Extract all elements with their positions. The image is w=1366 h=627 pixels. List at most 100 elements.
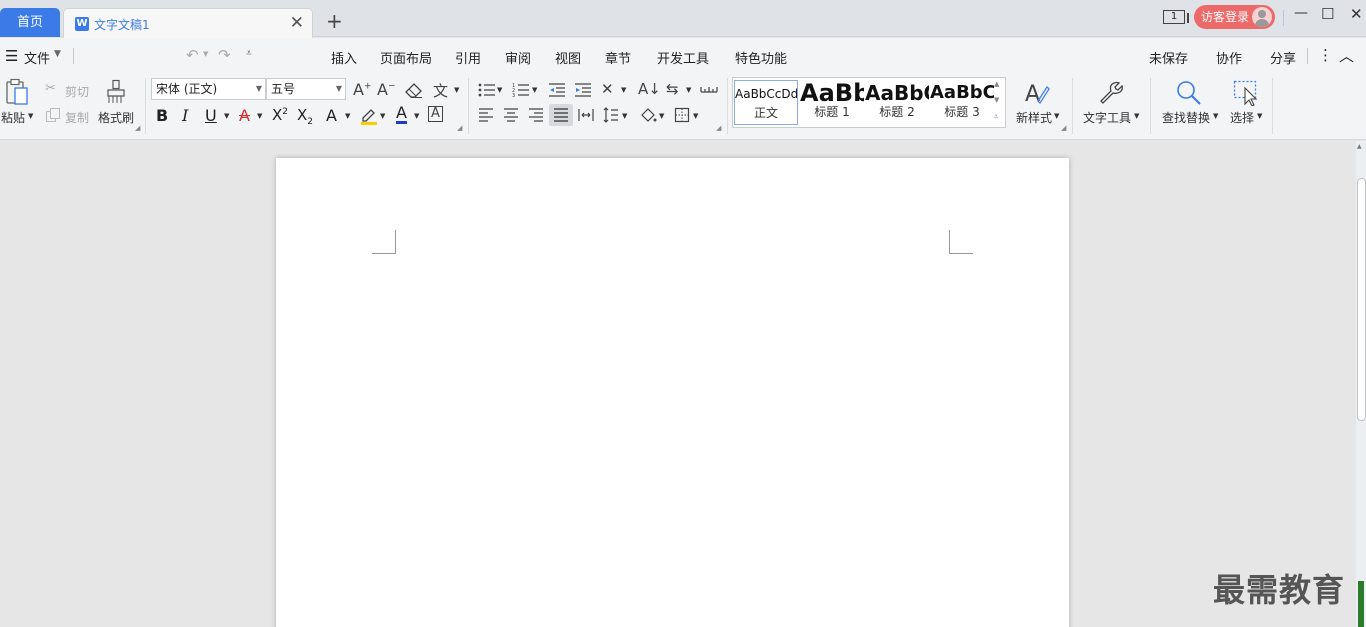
home-tab[interactable]: 首页 bbox=[0, 8, 60, 37]
superscript-icon[interactable]: X2 bbox=[272, 106, 288, 124]
more-options-icon[interactable]: ⋮ bbox=[1318, 46, 1333, 64]
tab-references[interactable]: 引用 bbox=[455, 48, 481, 67]
text-tools-button[interactable]: 文字工具 bbox=[1083, 109, 1131, 126]
chevron-down-icon[interactable]: ▼ bbox=[28, 112, 33, 120]
chevron-down-icon[interactable]: ▼ bbox=[1213, 112, 1218, 120]
file-menu[interactable]: 文件 bbox=[24, 48, 50, 67]
text-direction-icon[interactable]: ⇆ bbox=[666, 80, 679, 98]
document-page[interactable] bbox=[276, 158, 1069, 627]
increase-indent-icon[interactable] bbox=[574, 82, 592, 98]
maximize-button[interactable]: ☐ bbox=[1321, 5, 1334, 23]
chevron-down-icon[interactable]: ▼ bbox=[257, 112, 262, 120]
font-expand-icon[interactable]: ◢ bbox=[457, 124, 462, 132]
document-tab[interactable]: W 文字文稿1 ✕ bbox=[63, 8, 313, 38]
chevron-down-icon[interactable]: ▼ bbox=[380, 112, 385, 120]
guest-login-button[interactable]: 访客登录 bbox=[1194, 5, 1275, 29]
clipboard-expand-icon[interactable]: ◢ bbox=[135, 124, 140, 132]
tab-page-layout[interactable]: 页面布局 bbox=[380, 48, 432, 67]
find-replace-button[interactable]: 查找替换 bbox=[1162, 109, 1210, 126]
redo-icon[interactable]: ↷ bbox=[218, 46, 231, 64]
chevron-down-icon[interactable]: ▼ bbox=[454, 86, 459, 94]
tab-special-features[interactable]: 特色功能 bbox=[735, 48, 787, 67]
chevron-down-icon[interactable]: ▼ bbox=[1257, 112, 1262, 120]
align-left-icon[interactable] bbox=[478, 108, 494, 122]
paste-icon[interactable] bbox=[5, 78, 29, 106]
tab-view[interactable]: 视图 bbox=[555, 48, 581, 67]
undo-icon[interactable]: ↶ bbox=[186, 46, 199, 64]
new-style-button[interactable]: 新样式 bbox=[1016, 109, 1052, 126]
hamburger-icon[interactable]: ☰ bbox=[5, 47, 18, 65]
scroll-up-icon[interactable]: ▲ bbox=[1357, 143, 1362, 150]
close-tab-icon[interactable]: ✕ bbox=[290, 13, 304, 33]
unsaved-status[interactable]: 未保存 bbox=[1149, 48, 1188, 67]
format-painter-icon[interactable] bbox=[105, 79, 127, 105]
font-size-combo[interactable]: 五号 ▼ bbox=[266, 78, 346, 100]
customize-toolbar-icon[interactable]: ⩡ bbox=[246, 48, 252, 59]
shading-icon[interactable] bbox=[639, 107, 657, 123]
chinese-layout-icon[interactable]: ✕ bbox=[601, 80, 614, 98]
chevron-down-icon[interactable]: ▼ bbox=[414, 112, 419, 120]
font-color-icon[interactable]: A bbox=[396, 104, 407, 124]
select-icon[interactable] bbox=[1233, 80, 1259, 106]
bullet-list-icon[interactable] bbox=[478, 82, 496, 98]
styles-expand-icon[interactable]: ◢ bbox=[1061, 124, 1066, 132]
chevron-down-icon[interactable]: ▼ bbox=[532, 86, 537, 94]
decrease-indent-icon[interactable] bbox=[548, 82, 566, 98]
chevron-down-icon[interactable]: ▼ bbox=[621, 86, 626, 94]
chevron-down-icon[interactable]: ▼ bbox=[693, 112, 698, 120]
subscript-icon[interactable]: X2 bbox=[297, 106, 313, 127]
bold-icon[interactable]: B bbox=[156, 106, 168, 125]
italic-icon[interactable]: I bbox=[182, 106, 188, 125]
chevron-down-icon[interactable]: ▼ bbox=[686, 86, 691, 94]
sort-icon[interactable]: A↓ bbox=[638, 80, 661, 98]
window-count-icon[interactable]: 1 bbox=[1163, 10, 1189, 24]
find-replace-icon[interactable] bbox=[1176, 80, 1202, 106]
chevron-down-icon[interactable]: ▼ bbox=[497, 86, 502, 94]
new-style-icon[interactable]: A bbox=[1024, 79, 1050, 105]
gallery-more-icon[interactable]: ⩡ bbox=[994, 112, 999, 122]
borders-icon[interactable] bbox=[674, 107, 690, 123]
scrollbar-thumb[interactable] bbox=[1357, 178, 1366, 421]
paragraph-expand-icon[interactable]: ◢ bbox=[716, 124, 721, 132]
font-name-combo[interactable]: 宋体 (正文) ▼ bbox=[151, 78, 266, 100]
vertical-scrollbar[interactable]: ▲ bbox=[1356, 141, 1366, 627]
tab-insert[interactable]: 插入 bbox=[331, 48, 357, 67]
character-border-icon[interactable]: A bbox=[428, 106, 443, 122]
chevron-down-icon[interactable]: ▼ bbox=[1134, 112, 1139, 120]
collaborate-button[interactable]: 协作 bbox=[1216, 48, 1242, 67]
underline-icon[interactable]: U bbox=[205, 106, 217, 125]
wrench-icon[interactable] bbox=[1097, 80, 1123, 104]
tab-review[interactable]: 审阅 bbox=[505, 48, 531, 67]
style-heading-1[interactable]: AaBb 标题 1 bbox=[800, 80, 864, 125]
show-marks-icon[interactable] bbox=[700, 83, 718, 95]
line-spacing-icon[interactable] bbox=[603, 107, 619, 123]
minimize-button[interactable]: — bbox=[1294, 5, 1308, 21]
chevron-down-icon[interactable]: ▼ bbox=[659, 112, 664, 120]
chevron-down-icon[interactable]: ▼ bbox=[1054, 112, 1059, 120]
tab-developer[interactable]: 开发工具 bbox=[657, 48, 709, 67]
style-normal[interactable]: AaBbCcDd 正文 bbox=[734, 80, 798, 125]
align-right-icon[interactable] bbox=[528, 108, 544, 122]
shrink-font-icon[interactable]: A− bbox=[377, 80, 396, 99]
chevron-down-icon[interactable]: ▼ bbox=[224, 112, 229, 120]
align-center-icon[interactable] bbox=[503, 108, 519, 122]
format-painter-button[interactable]: 格式刷 bbox=[98, 109, 134, 126]
style-heading-3[interactable]: AaBbC 标题 3 bbox=[930, 80, 994, 125]
grow-font-icon[interactable]: A+ bbox=[353, 80, 372, 99]
paste-button[interactable]: 粘贴 bbox=[1, 109, 25, 126]
text-effect-icon[interactable]: A bbox=[326, 106, 337, 125]
cut-button[interactable]: 剪切 bbox=[65, 83, 89, 100]
numbered-list-icon[interactable]: 123 bbox=[512, 82, 530, 98]
select-button[interactable]: 选择 bbox=[1230, 109, 1254, 126]
justify-button[interactable] bbox=[549, 104, 573, 126]
tab-section[interactable]: 章节 bbox=[605, 48, 631, 67]
new-tab-button[interactable]: + bbox=[326, 9, 343, 33]
chevron-down-icon[interactable]: ▼ bbox=[336, 79, 342, 99]
collapse-ribbon-icon[interactable]: ︿ bbox=[1339, 45, 1354, 66]
chevron-down-icon[interactable]: ▼ bbox=[256, 79, 262, 99]
highlight-icon[interactable] bbox=[360, 107, 378, 125]
scroll-down-icon[interactable]: ▼ bbox=[994, 96, 999, 104]
copy-button[interactable]: 复制 bbox=[65, 109, 89, 126]
phonetic-guide-icon[interactable]: 文 bbox=[433, 80, 448, 101]
distributed-align-icon[interactable] bbox=[578, 108, 594, 122]
